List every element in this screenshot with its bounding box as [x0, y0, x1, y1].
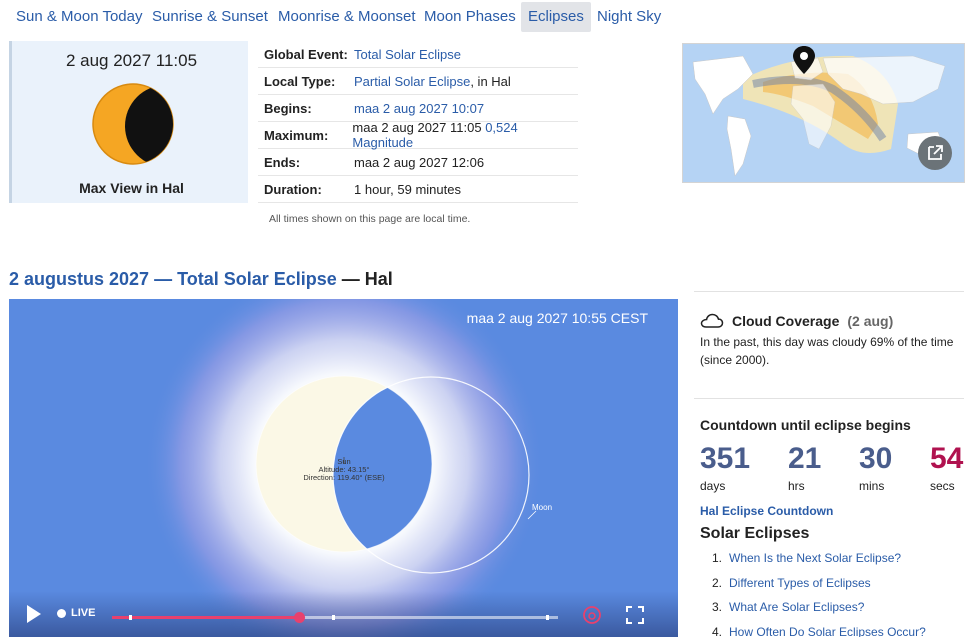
animation-timestamp: maa 2 aug 2027 10:55 CEST — [466, 310, 648, 326]
top-nav: Sun & Moon Today Sunrise & Sunset Moonri… — [0, 0, 980, 34]
partial-eclipse-icon — [92, 83, 174, 165]
article-link[interactable]: What Are Solar Eclipses? — [729, 600, 864, 625]
expand-map-icon[interactable] — [918, 136, 952, 170]
player-controls: LIVE — [9, 591, 678, 637]
info-key: Local Type: — [264, 73, 336, 89]
title-location: — Hal — [336, 269, 393, 289]
info-row-ends: Ends: maa 2 aug 2027 12:06 — [258, 149, 578, 176]
cloud-date: (2 aug) — [847, 313, 894, 329]
list-number: 2. — [711, 575, 722, 590]
article-link[interactable]: Different Types of Eclipses — [729, 576, 871, 601]
eclipse-countdown-link[interactable]: Hal Eclipse Countdown — [700, 504, 833, 518]
article-link[interactable]: When Is the Next Solar Eclipse? — [729, 551, 901, 576]
duration-value: 1 hour, 59 minutes — [354, 181, 461, 197]
moon-label: Moon — [532, 503, 553, 512]
timeline-progress — [112, 616, 300, 619]
list-item: 3. What Are Solar Eclipses? — [700, 600, 970, 625]
speed-spiral-icon[interactable] — [581, 604, 603, 626]
list-item: 1. When Is the Next Solar Eclipse? — [700, 551, 970, 576]
info-row-local-type: Local Type: Partial Solar Eclipse, in Ha… — [258, 68, 578, 95]
list-item: 2. Different Types of Eclipses — [700, 576, 970, 601]
timeline-handle[interactable] — [294, 612, 306, 623]
eclipse-world-map[interactable] — [682, 43, 965, 183]
countdown-minutes: 30 — [859, 442, 893, 475]
info-key: Ends: — [264, 154, 301, 170]
timeline-track[interactable] — [112, 612, 558, 623]
max-view-panel: 2 aug 2027 11:05 Max View in Hal — [9, 41, 248, 203]
countdown-seconds-label: secs — [930, 479, 955, 493]
nav-moonrise-moonset[interactable]: Moonrise & Moonset — [271, 2, 423, 32]
info-key: Duration: — [264, 181, 322, 197]
local-type-location: , in Hal — [470, 73, 511, 89]
max-view-caption: Max View in Hal — [79, 180, 184, 196]
countdown-hours-label: hrs — [788, 479, 805, 493]
ends-time: maa 2 aug 2027 12:06 — [354, 154, 485, 170]
cloud-icon — [700, 313, 724, 328]
sun-info: Sun Altitude: 43.15° Direction: 119.40° … — [298, 458, 390, 482]
fullscreen-icon[interactable] — [624, 604, 646, 626]
live-dot-icon — [57, 608, 66, 618]
list-number: 3. — [711, 600, 722, 614]
timeline-marker — [546, 615, 549, 620]
list-number: 4. — [711, 624, 722, 637]
info-row-begins: Begins: maa 2 aug 2027 10:07 — [258, 95, 578, 122]
divider — [694, 291, 964, 292]
solar-eclipses-heading: Solar Eclipses — [700, 525, 810, 542]
cloud-title: Cloud Coverage — [732, 313, 840, 329]
nav-sun-moon-today[interactable]: Sun & Moon Today — [9, 2, 149, 32]
list-item: 4. How Often Do Solar Eclipses Occur? — [700, 625, 970, 637]
list-number: 1. — [711, 551, 722, 565]
info-key: Global Event: — [264, 46, 348, 62]
eclipse-animation[interactable]: Sun Altitude: 43.15° Direction: 119.40° … — [9, 299, 678, 637]
live-label: LIVE — [71, 607, 96, 619]
eclipse-info-table: Global Event: Total Solar Eclipse Local … — [258, 41, 578, 203]
sun-direction: Direction: 119.40° (ESE) — [303, 473, 385, 482]
nav-sunrise-sunset[interactable]: Sunrise & Sunset — [145, 2, 275, 32]
info-key: Begins: — [264, 100, 312, 116]
local-time-note: All times shown on this page are local t… — [269, 213, 471, 225]
divider — [694, 398, 964, 399]
info-row-duration: Duration: 1 hour, 59 minutes — [258, 176, 578, 203]
info-key: Maximum: — [264, 127, 329, 143]
global-event-link[interactable]: Total Solar Eclipse — [354, 47, 461, 62]
countdown-days-label: days — [700, 479, 726, 493]
maximum-time: maa 2 aug 2027 11:05 — [352, 120, 486, 135]
info-row-global-event: Global Event: Total Solar Eclipse — [258, 41, 578, 68]
article-link[interactable]: How Often Do Solar Eclipses Occur? — [729, 625, 926, 637]
timeline-marker — [332, 615, 335, 620]
page-title: 2 augustus 2027 — Total Solar Eclipse — … — [9, 269, 393, 290]
nav-night-sky[interactable]: Night Sky — [590, 2, 668, 32]
begins-link[interactable]: maa 2 aug 2027 10:07 — [354, 101, 484, 116]
timeline-marker — [129, 615, 132, 620]
max-view-datetime: 2 aug 2027 11:05 — [65, 51, 198, 70]
cloud-description: In the past, this day was cloudy 69% of … — [700, 335, 954, 367]
solar-eclipses-list: 1. When Is the Next Solar Eclipse? 2. Diff… — [700, 551, 970, 637]
nav-eclipses[interactable]: Eclipses — [521, 2, 591, 32]
countdown-title: Countdown until eclipse begins — [700, 417, 911, 433]
countdown-minutes-label: mins — [859, 479, 885, 493]
countdown-seconds: 54 — [930, 442, 964, 475]
play-icon[interactable] — [25, 604, 43, 624]
local-type-link[interactable]: Partial Solar Eclipse — [354, 74, 470, 89]
live-indicator[interactable]: LIVE — [57, 607, 95, 619]
cloud-coverage: Cloud Coverage (2 aug) In the past, this… — [700, 313, 970, 369]
info-row-maximum: Maximum: maa 2 aug 2027 11:05 0,524 Magn… — [258, 120, 578, 150]
nav-moon-phases[interactable]: Moon Phases — [417, 2, 523, 32]
countdown-days: 351 — [700, 442, 751, 475]
countdown-hours: 21 — [788, 442, 822, 475]
eclipse-title-link[interactable]: 2 augustus 2027 — Total Solar Eclipse — [9, 269, 337, 289]
